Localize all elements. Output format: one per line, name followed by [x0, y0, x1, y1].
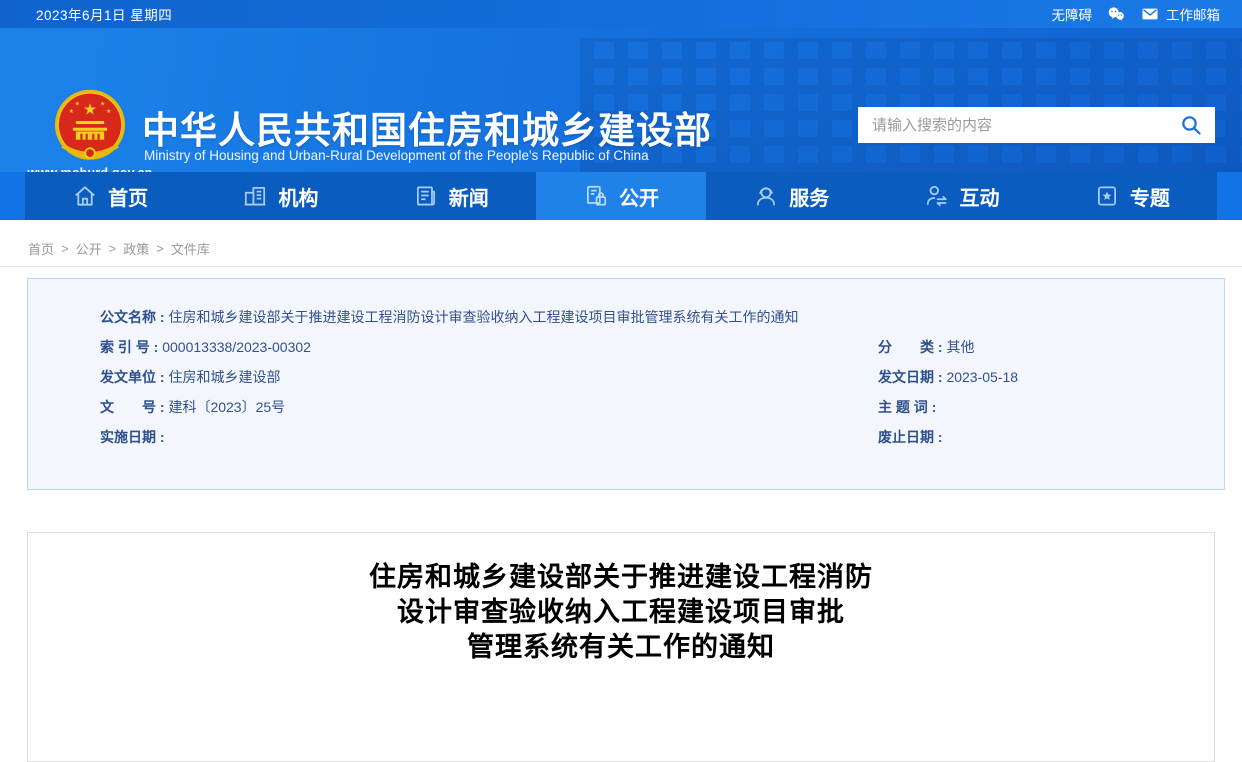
doc-name-value: 住房和城乡建设部关于推进建设工程消防设计审查验收纳入工程建设项目审批管理系统有关…: [168, 309, 799, 325]
search-icon: [1182, 116, 1201, 135]
nav-label: 服务: [789, 187, 830, 210]
organization-icon: [245, 187, 266, 206]
doc-number-label: 文 号: [100, 399, 156, 415]
category-value: 其他: [946, 339, 975, 355]
doc-number-value: 建科〔2023〕25号: [168, 399, 286, 415]
top-utility-bar: 2023年6月1日 星期四 无障碍 工作邮箱: [0, 0, 1242, 28]
meta-row-impl-repeal: 实施日期 : 废止日期 :: [100, 429, 947, 445]
svg-text:★: ★: [100, 100, 105, 107]
svg-text:★: ★: [69, 108, 74, 115]
news-icon: [416, 186, 435, 206]
nav-label: 公开: [618, 187, 659, 210]
site-title: 中华人民共和国住房和城乡建设部: [142, 110, 712, 151]
accessibility-link[interactable]: 无障碍: [1052, 4, 1093, 24]
nav-item-interaction[interactable]: 互动: [876, 172, 1046, 220]
breadcrumb-separator: >: [61, 241, 69, 256]
meta-row-index-category: 索 引 号 : 000013338/2023-00302 分 类 : 其他: [100, 339, 975, 355]
nav-label: 机构: [278, 187, 319, 210]
article-card: 住房和城乡建设部关于推进建设工程消防 设计审查验收纳入工程建设项目审批 管理系统…: [27, 532, 1215, 762]
nav-item-topics[interactable]: 专题: [1047, 172, 1217, 220]
meta-row-number-subject: 文 号 : 建科〔2023〕25号 主 题 词 :: [100, 399, 941, 415]
nav-item-home[interactable]: 首页: [25, 172, 195, 220]
breadcrumb-home[interactable]: 首页: [28, 239, 54, 258]
issue-date-value: 2023-05-18: [946, 369, 1019, 385]
nav-label: 专题: [1129, 187, 1170, 210]
subject-words-label: 主 题 词: [878, 399, 928, 415]
nav-item-news[interactable]: 新闻: [366, 172, 536, 220]
nav-item-disclosure[interactable]: 公开: [535, 172, 707, 220]
breadcrumb-library[interactable]: 文件库: [171, 239, 210, 258]
nav-label: 新闻: [448, 187, 489, 210]
nav-item-service[interactable]: 服务: [706, 172, 876, 220]
index-number-label: 索 引 号: [100, 339, 150, 355]
issue-date-label: 发文日期: [878, 369, 934, 385]
disclosure-icon: [586, 185, 607, 206]
nav-strip: 首页 机构 新闻 公开 服务 互动 专题: [0, 172, 1242, 220]
svg-text:★: ★: [75, 100, 80, 107]
topbar-links: 无障碍 工作邮箱: [1052, 4, 1220, 24]
doc-name-label: 公文名称: [100, 309, 156, 325]
article-title-line-2: 设计审查验收纳入工程建设项目审批: [397, 597, 845, 627]
work-mailbox-link[interactable]: 工作邮箱: [1140, 4, 1220, 24]
breadcrumb: 首页 > 公开 > 政策 > 文件库: [28, 239, 210, 258]
svg-text:★: ★: [106, 108, 111, 115]
issuing-unit-value: 住房和城乡建设部: [168, 369, 281, 385]
repeal-date-label: 废止日期: [878, 429, 934, 445]
nav-item-organization[interactable]: 机构: [195, 172, 365, 220]
home-icon: [75, 186, 95, 206]
work-mailbox-label: 工作邮箱: [1166, 8, 1220, 23]
breadcrumb-separator: >: [108, 241, 117, 256]
breadcrumb-separator: >: [156, 241, 164, 256]
topics-icon: [1097, 186, 1116, 206]
index-number-value: 000013338/2023-00302: [162, 339, 311, 355]
issuing-unit-label: 发文单位: [100, 369, 156, 385]
meta-row-name: 公文名称 : 住房和城乡建设部关于推进建设工程消防设计审查验收纳入工程建设项目审…: [100, 302, 1224, 332]
national-emblem-icon: ★ ★ ★ ★ ★: [54, 89, 126, 160]
service-icon: [757, 187, 776, 206]
interaction-icon: [926, 185, 947, 207]
search-box: [858, 107, 1215, 143]
main-navigation: 首页 机构 新闻 公开 服务 互动 专题: [25, 172, 1217, 220]
article-title-line-1: 住房和城乡建设部关于推进建设工程消防: [369, 562, 873, 592]
meta-row-issuer-date: 发文单位 : 住房和城乡建设部 发文日期 : 2023-05-18: [100, 369, 1019, 385]
svg-text:★: ★: [83, 101, 97, 118]
section-divider: [0, 266, 1242, 267]
document-meta-card: 公文名称 : 住房和城乡建设部关于推进建设工程消防设计审查验收纳入工程建设项目审…: [27, 278, 1225, 490]
search-button[interactable]: [1179, 113, 1203, 137]
breadcrumb-disclosure[interactable]: 公开: [76, 239, 102, 258]
wechat-icon[interactable]: [1106, 4, 1126, 24]
search-input[interactable]: [870, 115, 1179, 135]
category-label: 分 类: [878, 339, 934, 355]
current-date: 2023年6月1日 星期四: [36, 8, 173, 23]
article-title-line-3: 管理系统有关工作的通知: [467, 632, 775, 662]
nav-label: 互动: [959, 187, 1000, 210]
site-header: ★ ★ ★ ★ ★ www.mohurd.gov.cn 中华人民共和国住房和城乡…: [0, 28, 1242, 172]
nav-label: 首页: [108, 187, 149, 210]
breadcrumb-policy[interactable]: 政策: [123, 239, 149, 258]
site-title-english: Ministry of Housing and Urban-Rural Deve…: [144, 148, 649, 163]
implementation-date-label: 实施日期: [100, 429, 156, 445]
mail-icon: [1142, 8, 1158, 20]
